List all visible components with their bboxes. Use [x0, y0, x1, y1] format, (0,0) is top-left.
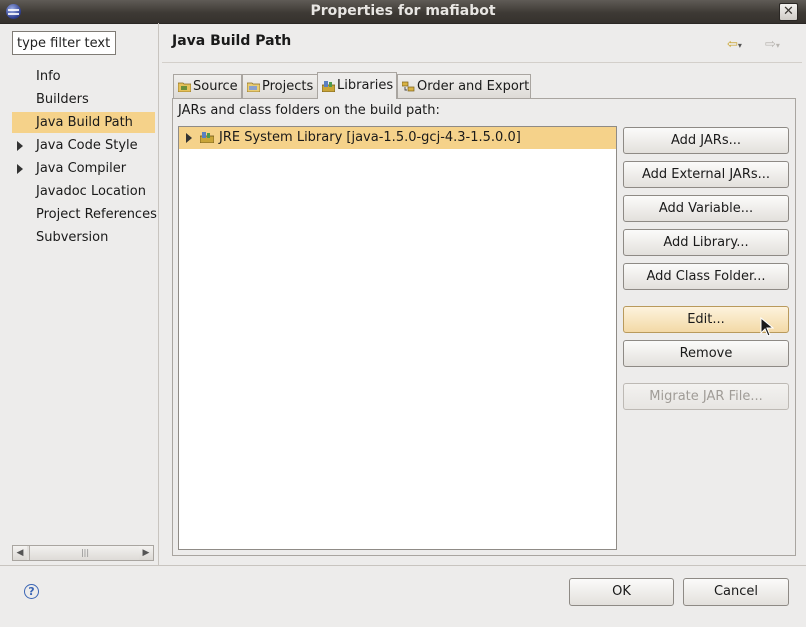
- expand-arrow-icon[interactable]: [17, 141, 23, 151]
- sidebar-item-builders[interactable]: Builders: [12, 89, 155, 110]
- ok-button[interactable]: OK: [569, 578, 674, 606]
- sidebar-item-project-references[interactable]: Project References: [12, 204, 157, 225]
- add-library-button[interactable]: Add Library...: [623, 229, 789, 256]
- source-folder-icon: [178, 82, 191, 92]
- library-jar-icon: [200, 132, 214, 143]
- add-jars-button[interactable]: Add JARs...: [623, 127, 789, 154]
- tab-projects[interactable]: Projects: [242, 74, 318, 98]
- build-path-list-label: JARs and class folders on the build path…: [178, 103, 440, 118]
- cancel-button[interactable]: Cancel: [683, 578, 789, 606]
- add-class-folder-button[interactable]: Add Class Folder...: [623, 263, 789, 290]
- expand-arrow-icon[interactable]: [17, 164, 23, 174]
- order-export-icon: [402, 81, 415, 92]
- scroll-left-icon[interactable]: ◀: [13, 546, 27, 560]
- expand-arrow-icon[interactable]: [186, 133, 192, 143]
- sidebar-item-javadoc-location[interactable]: Javadoc Location: [12, 181, 155, 202]
- sidebar-item-java-compiler[interactable]: Java Compiler: [12, 158, 155, 179]
- projects-icon: [247, 82, 260, 92]
- window-title: Properties for mafiabot: [310, 3, 496, 19]
- close-icon[interactable]: ✕: [779, 3, 798, 21]
- sidebar-horizontal-scrollbar[interactable]: ◀ ||| ▶: [12, 545, 154, 561]
- forward-arrow-icon[interactable]: ⇨▾: [765, 37, 791, 53]
- page-title: Java Build Path: [172, 33, 292, 49]
- remove-button[interactable]: Remove: [623, 340, 789, 367]
- library-row-jre-system-library[interactable]: JRE System Library [java-1.5.0-gcj-4.3-1…: [179, 127, 616, 149]
- scrollbar-thumb[interactable]: |||: [29, 546, 141, 560]
- sidebar-item-java-code-style[interactable]: Java Code Style: [12, 135, 155, 156]
- help-icon[interactable]: ?: [24, 584, 39, 599]
- filter-input[interactable]: type filter text: [12, 31, 116, 55]
- tab-libraries[interactable]: Libraries: [317, 72, 397, 99]
- sidebar-item-info[interactable]: Info: [12, 66, 155, 87]
- sidebar-item-subversion[interactable]: Subversion: [12, 227, 155, 248]
- back-arrow-icon[interactable]: ⇦▾: [727, 37, 753, 53]
- add-external-jars-button[interactable]: Add External JARs...: [623, 161, 789, 188]
- header-divider: [162, 62, 802, 63]
- sidebar-item-java-build-path[interactable]: Java Build Path: [12, 112, 155, 133]
- tab-source[interactable]: Source: [173, 74, 242, 98]
- libraries-icon: [322, 81, 335, 92]
- sash-divider[interactable]: [158, 23, 159, 565]
- scroll-right-icon[interactable]: ▶: [139, 546, 153, 560]
- libraries-list[interactable]: [178, 126, 617, 550]
- footer-divider: [0, 565, 806, 566]
- tab-order-and-export[interactable]: Order and Export: [397, 74, 531, 98]
- add-variable-button[interactable]: Add Variable...: [623, 195, 789, 222]
- migrate-jar-file-button[interactable]: Migrate JAR File...: [623, 383, 789, 410]
- mouse-pointer-icon: [760, 317, 774, 337]
